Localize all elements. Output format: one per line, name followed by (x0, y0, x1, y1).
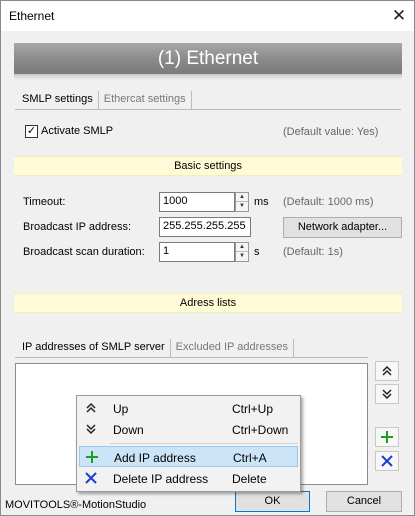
menu-item-add-ip[interactable]: Add IP address Ctrl+A (79, 446, 298, 467)
timeout-unit: ms (254, 196, 269, 208)
basic-settings-label: Basic settings (174, 160, 242, 172)
basic-settings-heading: Basic settings (14, 156, 402, 176)
menu-separator (110, 443, 298, 444)
menu-item-label: Add IP address (114, 451, 196, 465)
title-bar: Ethernet ✕ (1, 1, 414, 31)
adress-tabs-divider (15, 357, 368, 358)
window-title: Ethernet (9, 9, 55, 23)
plus-icon (381, 431, 393, 443)
spin-down-icon[interactable]: ▼ (236, 202, 248, 211)
broadcast-ip-label: Broadcast IP address: (23, 221, 132, 233)
menu-item-up[interactable]: Up Ctrl+Up (79, 398, 298, 419)
add-ip-button[interactable] (375, 427, 399, 447)
move-up-button[interactable] (375, 361, 399, 381)
ok-button[interactable]: OK (235, 491, 310, 512)
spin-up-icon[interactable]: ▲ (236, 193, 248, 202)
context-menu: Up Ctrl+Up Down Ctrl+Down Add IP address… (76, 395, 301, 492)
scan-duration-spinner[interactable]: ▲ ▼ (235, 242, 249, 262)
x-icon (381, 455, 393, 467)
close-icon[interactable]: ✕ (384, 1, 414, 31)
menu-item-shortcut: Ctrl+Up (232, 402, 274, 416)
timeout-input[interactable]: 1000 (159, 192, 235, 212)
scan-duration-input[interactable]: 1 (159, 242, 235, 262)
spin-down-icon[interactable]: ▼ (236, 252, 248, 261)
menu-item-shortcut: Ctrl+A (233, 451, 267, 465)
activate-smlp-label: Activate SMLP (41, 125, 114, 137)
header-banner: (1) Ethernet (14, 43, 402, 74)
timeout-label: Timeout: (23, 196, 66, 208)
move-down-button[interactable] (375, 384, 399, 404)
spin-up-icon[interactable]: ▲ (236, 243, 248, 252)
banner-title: (1) Ethernet (157, 47, 259, 69)
app-name: MOVITOOLS®-MotionStudio (5, 499, 147, 511)
banner-shadow (14, 74, 402, 80)
menu-item-delete-ip[interactable]: Delete IP address Delete (79, 468, 298, 489)
ethernet-dialog: Ethernet ✕ (1) Ethernet SMLP settings Et… (0, 0, 415, 516)
cancel-button[interactable]: Cancel (326, 491, 402, 512)
menu-item-label: Up (113, 402, 129, 416)
plus-icon (84, 449, 100, 465)
double-chevron-down-icon (83, 421, 99, 437)
double-chevron-up-icon (83, 400, 99, 416)
network-adapter-button[interactable]: Network adapter... (283, 217, 402, 238)
menu-item-shortcut: Ctrl+Down (232, 423, 289, 437)
tabs-divider (15, 109, 401, 110)
adress-lists-label: Adress lists (179, 297, 237, 309)
tab-smlp-settings[interactable]: SMLP settings (17, 91, 99, 109)
menu-item-shortcut: Delete (232, 472, 267, 486)
scan-duration-unit: s (254, 246, 260, 258)
delete-ip-button[interactable] (375, 451, 399, 471)
activate-smlp-checkbox[interactable]: ✓ (25, 125, 38, 138)
double-chevron-down-icon (382, 389, 392, 400)
tab-smlp-server-ips[interactable]: IP addresses of SMLP server (17, 339, 171, 357)
activate-smlp-hint: (Default value: Yes) (283, 126, 379, 138)
x-icon (83, 470, 99, 486)
double-chevron-up-icon (382, 365, 392, 376)
scan-duration-hint: (Default: 1s) (283, 246, 343, 258)
tab-ethercat-settings[interactable]: Ethercat settings (99, 91, 192, 109)
timeout-spinner[interactable]: ▲ ▼ (235, 192, 249, 212)
menu-item-label: Delete IP address (113, 472, 209, 486)
menu-item-label: Down (113, 423, 144, 437)
timeout-hint: (Default: 1000 ms) (283, 196, 374, 208)
adress-lists-heading: Adress lists (14, 293, 402, 313)
scan-duration-label: Broadcast scan duration: (23, 246, 145, 258)
menu-item-down[interactable]: Down Ctrl+Down (79, 419, 298, 440)
broadcast-ip-input[interactable]: 255.255.255.255 (159, 217, 251, 237)
tab-excluded-ips[interactable]: Excluded IP addresses (171, 339, 294, 357)
adress-tabs: IP addresses of SMLP server Excluded IP … (17, 339, 294, 357)
settings-tabs: SMLP settings Ethercat settings (17, 91, 192, 109)
